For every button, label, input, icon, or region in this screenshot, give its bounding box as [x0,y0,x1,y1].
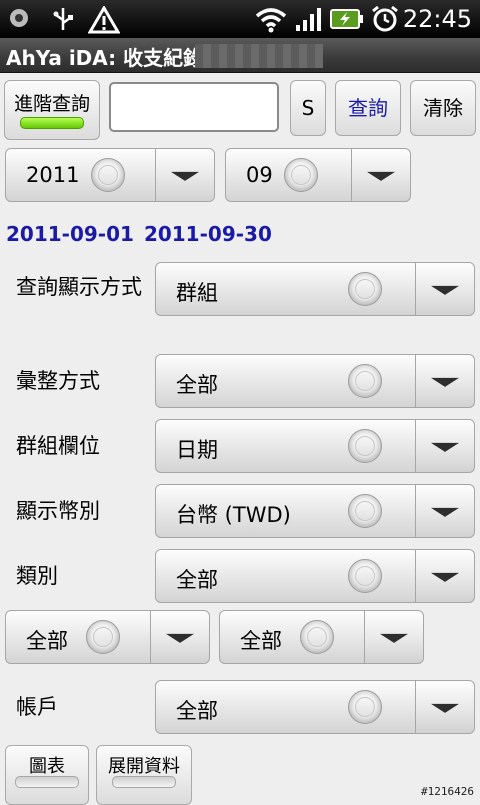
sub-category-left-value: 全部 [26,629,68,653]
group-field-label: 群組欄位 [16,434,100,458]
display-mode-spinner[interactable]: 群組 [155,262,475,316]
category-label: 類別 [16,564,58,588]
group-field-spinner[interactable]: 日期 [155,419,475,473]
category-value: 全部 [176,568,218,592]
expand-data-label: 展開資料 [108,756,180,777]
toggle-indicator [15,776,79,788]
dropdown-arrow-icon[interactable] [364,611,423,663]
radio-indicator-icon [348,364,382,398]
search-input[interactable] [109,82,279,132]
date-range-end: 2011-09-30 [143,222,272,246]
month-spinner[interactable]: 09 [225,148,411,202]
radio-indicator-icon [348,559,382,593]
date-range: 2011-09-01 2011-09-30 [6,222,282,246]
currency-label: 顯示幣別 [16,499,100,523]
toggle-indicator [20,117,84,129]
notification-circle-icon [10,9,28,27]
year-spinner[interactable]: 2011 [5,148,215,202]
expand-data-button[interactable]: 展開資料 [96,745,192,805]
account-value: 全部 [176,699,218,723]
aggregate-mode-value: 全部 [176,373,218,397]
signal-icon [296,8,321,31]
account-spinner[interactable]: 全部 [155,680,475,734]
radio-indicator-icon [348,690,382,724]
sub-category-right-spinner[interactable]: 全部 [219,610,424,664]
radio-indicator-icon [348,494,382,528]
aggregate-mode-spinner[interactable]: 全部 [155,354,475,408]
battery-charging-icon [330,9,363,29]
category-spinner[interactable]: 全部 [155,549,475,603]
year-value: 2011 [26,163,80,187]
dropdown-arrow-icon[interactable] [415,355,474,407]
dropdown-arrow-icon[interactable] [415,263,474,315]
radio-indicator-icon [348,429,382,463]
radio-indicator-icon [91,158,125,192]
alarm-clock-icon [372,5,398,32]
watermark: #1216426 [421,785,474,798]
account-label: 帳戶 [16,695,58,719]
warning-icon [88,6,120,34]
dropdown-arrow-icon[interactable] [150,611,209,663]
radio-indicator-icon [300,620,334,654]
advanced-query-label: 進階查詢 [13,93,90,115]
dropdown-arrow-icon[interactable] [415,681,474,733]
currency-value: 台幣 (TWD) [176,503,291,527]
sub-category-left-spinner[interactable]: 全部 [5,610,210,664]
title-bar: AhYa iDA: 收支紀錄 [0,38,480,73]
redacted-area [195,44,323,68]
s-button[interactable]: S [290,80,326,136]
currency-spinner[interactable]: 台幣 (TWD) [155,484,475,538]
clock-text: 22:45 [402,5,472,33]
usb-icon [53,8,73,30]
clear-button[interactable]: 清除 [410,80,476,136]
chart-button-label: 圖表 [29,756,65,777]
advanced-query-toggle[interactable]: 進階查詢 [4,80,100,140]
radio-indicator-icon [284,158,318,192]
chart-button[interactable]: 圖表 [5,745,89,805]
query-button[interactable]: 查詢 [335,80,401,136]
radio-indicator-icon [348,272,382,306]
dropdown-arrow-icon[interactable] [415,485,474,537]
sub-category-right-value: 全部 [240,629,282,653]
dropdown-arrow-icon[interactable] [415,550,474,602]
date-range-start: 2011-09-01 [6,222,134,246]
dropdown-arrow-icon[interactable] [155,149,214,201]
toggle-indicator [112,776,176,788]
wifi-icon [255,8,287,33]
display-mode-label: 查詢顯示方式 [16,275,142,299]
radio-indicator-icon [86,620,120,654]
dropdown-arrow-icon[interactable] [351,149,410,201]
month-value: 09 [246,163,273,187]
dropdown-arrow-icon[interactable] [415,420,474,472]
aggregate-mode-label: 彙整方式 [16,369,100,393]
group-field-value: 日期 [176,438,218,462]
status-bar: 22:45 [0,0,480,38]
app-title: AhYa iDA: 收支紀錄 [6,46,204,70]
display-mode-value: 群組 [176,281,218,305]
